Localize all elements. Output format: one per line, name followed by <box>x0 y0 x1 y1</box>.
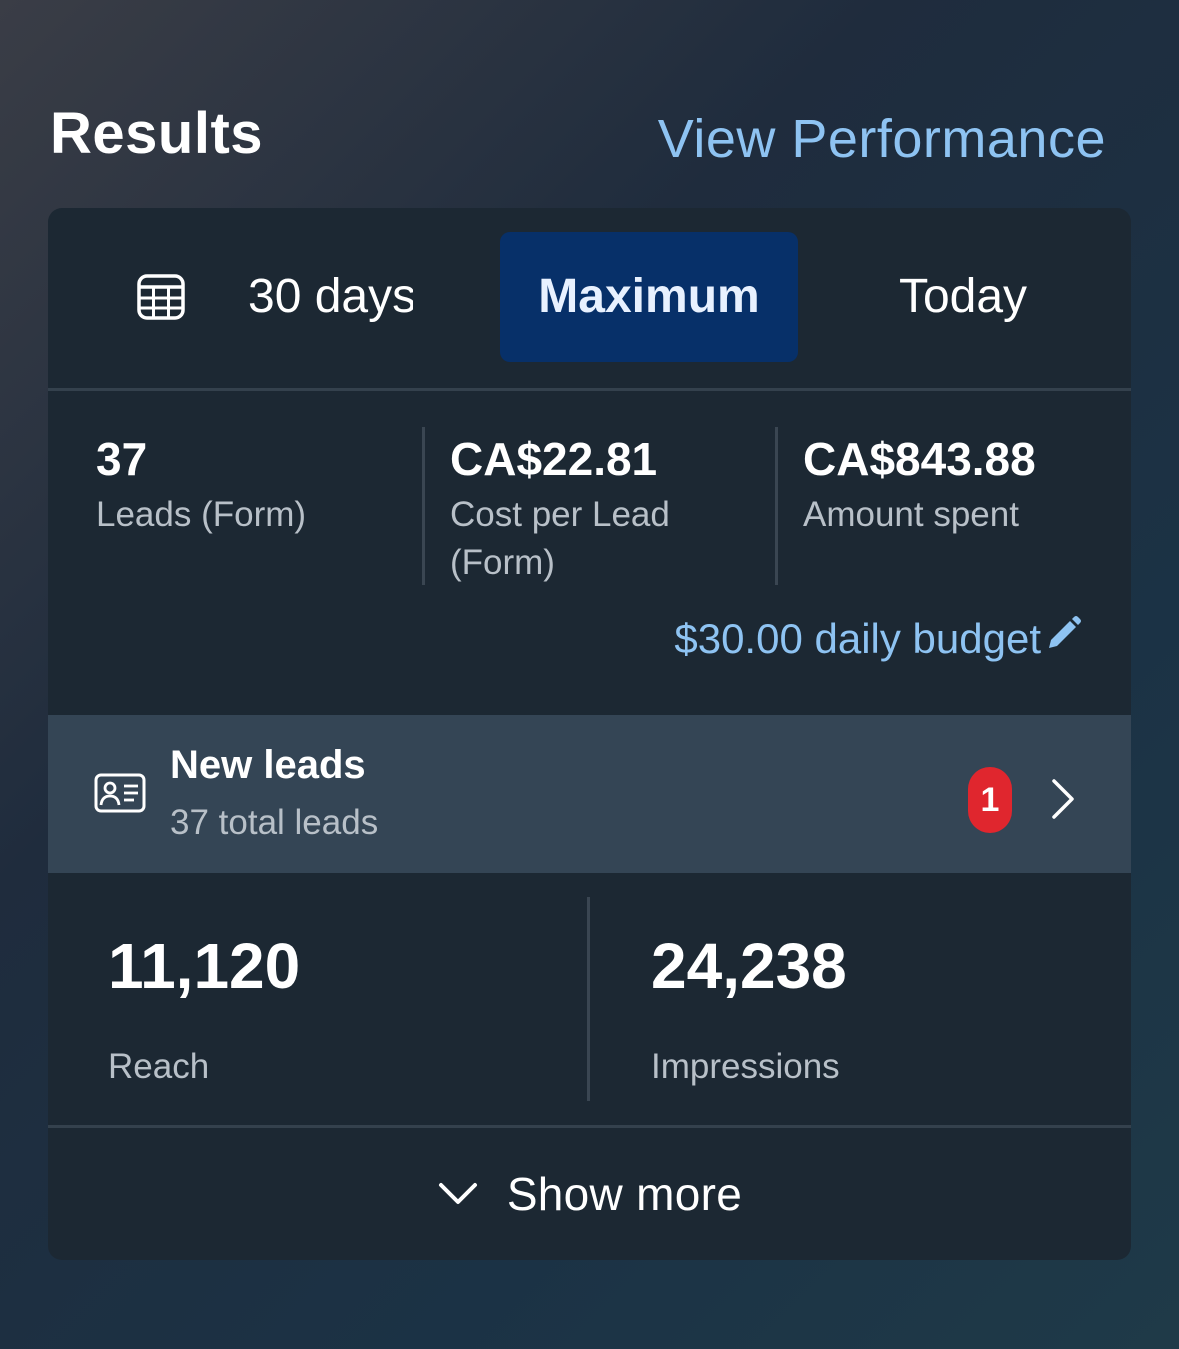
metric-impressions: 24,238 Impressions <box>651 931 847 1087</box>
metric-label: Impressions <box>651 1047 840 1086</box>
pencil-icon <box>1049 616 1081 648</box>
reach-impressions: 11,120 Reach 24,238 Impressions <box>48 873 1131 1128</box>
results-header: Results View Performance <box>50 100 1106 180</box>
tab-today[interactable]: Today <box>838 232 1088 362</box>
show-more-label: Show more <box>506 1168 743 1220</box>
page-title: Results <box>50 101 264 166</box>
metric-value: 24,238 <box>651 930 847 1002</box>
show-more-button[interactable]: Show more <box>48 1128 1131 1260</box>
contact-card-icon <box>94 773 146 813</box>
stat-label: Cost per Lead (Form) <box>450 495 670 582</box>
chevron-down-icon <box>438 1183 477 1204</box>
stat-value: CA$22.81 <box>450 433 658 485</box>
metric-reach: 11,120 Reach <box>108 931 300 1087</box>
summary-stats: 37 Leads (Form) CA$22.81 Cost per Lead (… <box>48 391 1131 715</box>
divider <box>587 897 590 1101</box>
stat-label: Leads (Form) <box>96 495 307 534</box>
tab-30-days[interactable]: 30 days <box>248 232 413 362</box>
metric-value: 11,120 <box>108 930 301 1002</box>
stat-cost-per-lead: CA$22.81 Cost per Lead (Form) <box>450 429 750 589</box>
total-leads-label: 37 total leads <box>170 803 379 842</box>
stat-label: Amount spent <box>803 495 1019 534</box>
tab-maximum[interactable]: Maximum <box>500 232 798 362</box>
divider <box>775 427 778 585</box>
new-leads-title: New leads <box>170 743 366 787</box>
date-range-tabs: 30 days Maximum Today <box>48 208 1131 391</box>
daily-budget-label: $30.00 daily budget <box>674 615 1041 662</box>
notification-badge: 1 <box>968 767 1012 833</box>
metric-label: Reach <box>108 1047 210 1086</box>
daily-budget-link[interactable]: $30.00 daily budget <box>674 615 1083 663</box>
new-leads-row[interactable]: New leads 37 total leads 1 <box>48 715 1131 873</box>
chevron-right-icon <box>1052 779 1074 819</box>
calendar-icon[interactable] <box>136 272 186 322</box>
divider <box>422 427 425 585</box>
results-card: 30 days Maximum Today 37 Leads (Form) CA… <box>48 208 1131 1260</box>
stat-value: 37 <box>96 433 148 485</box>
stat-value: CA$843.88 <box>803 433 1036 485</box>
view-performance-link[interactable]: View Performance <box>658 108 1106 170</box>
stat-leads: 37 Leads (Form) <box>96 429 416 589</box>
stat-amount-spent: CA$843.88 Amount spent <box>803 429 1123 589</box>
